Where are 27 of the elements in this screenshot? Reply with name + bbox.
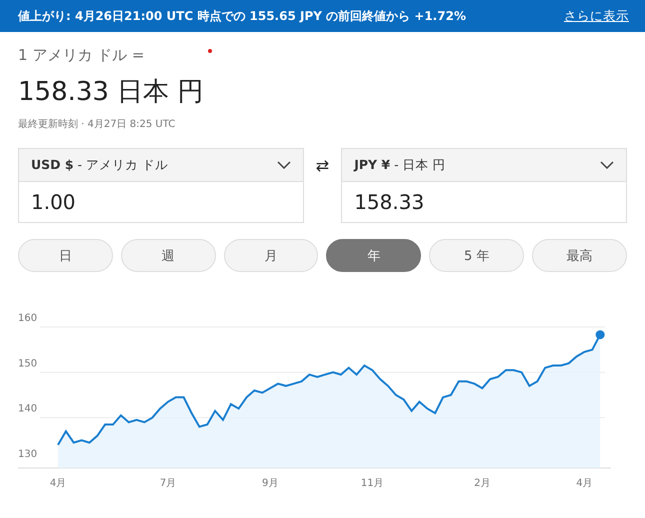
x-axis-label: 7月 [160,478,176,489]
banner-text: 値上がり: 4月26日21:00 UTC 時点での 155.65 JPY の前回終値から +1.72% [18,8,466,24]
y-axis-label: 130 [18,449,38,460]
range-tab[interactable]: 5 年 [429,239,524,272]
range-tab[interactable]: 週 [120,239,216,272]
y-axis-label: 160 [18,313,38,324]
chevron-down-icon [276,161,291,169]
x-axis-label: 4月 [50,478,66,489]
x-axis-label: 9月 [262,478,278,489]
currency-dropdown[interactable]: JPY ¥ - 日本 円 [342,149,626,182]
rate-label: 1 アメリカ ドル = [18,46,144,64]
x-axis-label: 2月 [474,478,490,489]
range-tab[interactable]: 月 [224,239,318,272]
currency-dropdown[interactable]: USD $ - アメリカ ドル [19,149,303,182]
show-more-link[interactable]: さらに表示 [564,8,629,24]
x-axis-label: 11月 [360,478,384,489]
swap-icon[interactable]: ⇄ [316,156,330,175]
chevron-down-icon [600,161,614,169]
range-tab[interactable]: 年 [326,239,422,272]
range-tab[interactable]: 最高 [532,239,627,272]
y-axis-label: 150 [18,358,38,370]
update-time: 最終更新時刻 · 4月27日 8:25 UTC [18,118,176,131]
range-tab[interactable]: 日 [18,239,113,272]
dot-marker [208,49,212,53]
y-axis-label: 140 [18,404,38,415]
x-axis-label: 4月 [576,478,593,489]
rate-value: 158.33 日本 円 [18,76,205,109]
